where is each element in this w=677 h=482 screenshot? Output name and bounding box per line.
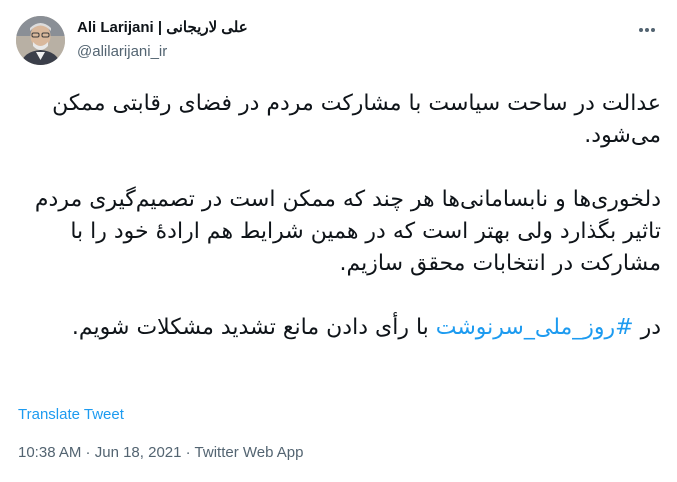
author-display-name[interactable]: Ali Larijani | علی لاریجانی [77, 19, 248, 36]
meta-separator: · [181, 444, 195, 461]
author-block: Ali Larijani | علی لاریجانی @alilarijani… [77, 17, 248, 62]
tweet-paragraph-3-prefix: در [633, 315, 661, 340]
avatar[interactable] [16, 16, 65, 65]
tweet-time-link[interactable]: 10:38 AM [18, 444, 81, 461]
author-handle[interactable]: @alilarijani_ir [77, 42, 248, 62]
avatar-portrait-icon [16, 16, 65, 65]
tweet-paragraph-1: عدالت در ساحت سیاست با مشارکت مردم در فض… [52, 91, 661, 148]
tweet-metadata: 10:38 AM · Jun 18, 2021 · Twitter Web Ap… [18, 444, 304, 461]
meta-separator: · [81, 444, 95, 461]
more-options-button[interactable] [637, 20, 657, 40]
tweet-paragraph-3-suffix: با رأی دادن مانع تشدید مشکلات شویم. [71, 315, 436, 340]
tweet-source-link[interactable]: Twitter Web App [195, 444, 304, 461]
tweet-paragraph-3: در #روز_ملی_سرنوشت با رأی دادن مانع تشدی… [16, 312, 661, 344]
tweet-text: عدالت در ساحت سیاست با مشارکت مردم در فض… [16, 88, 661, 344]
tweet-paragraph-2: دلخوری‌ها و نابسامانی‌ها هر چند که ممکن … [34, 187, 661, 276]
hashtag-link[interactable]: #روز_ملی_سرنوشت [436, 315, 634, 340]
tweet-date-link[interactable]: Jun 18, 2021 [95, 444, 182, 461]
translate-tweet-link[interactable]: Translate Tweet [18, 406, 124, 423]
more-horizontal-icon [639, 28, 655, 32]
tweet-card: Ali Larijani | علی لاریجانی @alilarijani… [0, 0, 677, 482]
